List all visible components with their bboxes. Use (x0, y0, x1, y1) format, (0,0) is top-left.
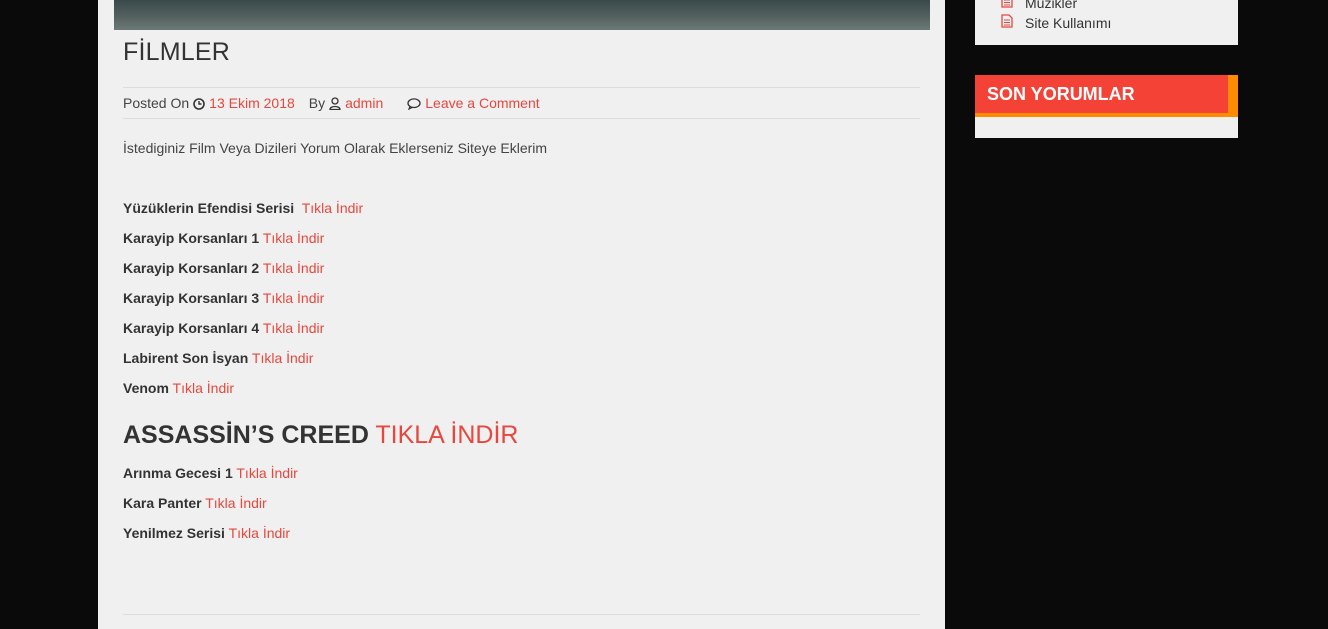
download-link[interactable]: Tıkla İndir (302, 200, 363, 216)
movie-title: Venom (123, 380, 169, 396)
list-item: Labirent Son İsyan Tıkla İndir (123, 350, 313, 366)
download-link[interactable]: Tıkla İndir (263, 290, 324, 306)
download-link[interactable]: Tıkla İndir (173, 380, 234, 396)
author-link[interactable]: admin (345, 95, 383, 111)
featured-download-link[interactable]: TIKLA İNDİR (375, 421, 518, 449)
download-link[interactable]: Tıkla İndir (263, 260, 324, 276)
movie-title: Karayip Korsanları 4 (123, 320, 260, 336)
list-item: Karayip Korsanları 3 Tıkla İndir (123, 290, 324, 306)
post-panel: FİLMLER Posted On 13 Ekim 2018 By admin … (98, 0, 945, 629)
leave-comment-link[interactable]: Leave a Comment (425, 95, 539, 111)
page: FİLMLER Posted On 13 Ekim 2018 By admin … (0, 0, 1328, 629)
list-item: Karayip Korsanları 2 Tıkla İndir (123, 260, 324, 276)
featured-image[interactable] (114, 0, 930, 30)
list-item: Venom Tıkla İndir (123, 380, 234, 396)
list-item: Arınma Gecesi 1 Tıkla İndir (123, 465, 298, 481)
download-link[interactable]: Tıkla İndir (229, 525, 290, 541)
download-link[interactable]: Tıkla İndir (236, 465, 297, 481)
widget-header: SON YORUMLAR (975, 75, 1238, 117)
by-label: By (308, 95, 326, 111)
divider (123, 614, 920, 615)
sidebar-item-muzikler[interactable]: Müzikler (1001, 0, 1077, 11)
post-meta: Posted On 13 Ekim 2018 By admin Leave a … (123, 87, 920, 119)
pages-widget: Müzikler Site Kullanımı (975, 0, 1238, 45)
download-link[interactable]: Tıkla İndir (252, 350, 313, 366)
list-item: Yenilmez Serisi Tıkla İndir (123, 525, 290, 541)
list-item: Karayip Korsanları 4 Tıkla İndir (123, 320, 324, 336)
movie-title: Arınma Gecesi 1 (123, 465, 233, 481)
list-item: Kara Panter Tıkla İndir (123, 495, 267, 511)
list-item: Yüzüklerin Efendisi Serisi Tıkla İndir (123, 200, 363, 216)
post-intro: İstediginiz Film Veya Dizileri Yorum Ola… (123, 140, 548, 156)
movie-title: Labirent Son İsyan (123, 350, 249, 366)
user-icon (329, 95, 341, 111)
recent-comments-widget: SON YORUMLAR (975, 75, 1238, 138)
movie-title: Karayip Korsanları 2 (123, 260, 260, 276)
movie-title: Yüzüklerin Efendisi Serisi (123, 200, 295, 216)
sidebar-item-label: Müzikler (1025, 0, 1078, 11)
featured-item: ASSASSİN’S CREED TIKLA İNDİR (123, 421, 518, 450)
document-icon (1001, 0, 1025, 11)
download-link[interactable]: Tıkla İndir (263, 320, 324, 336)
list-item: Karayip Korsanları 1 Tıkla İndir (123, 230, 324, 246)
comment-icon (407, 95, 421, 111)
download-link[interactable]: Tıkla İndir (263, 230, 324, 246)
movie-title: Yenilmez Serisi (123, 525, 225, 541)
post-date-link[interactable]: 13 Ekim 2018 (209, 95, 295, 111)
clock-icon (193, 95, 205, 111)
sidebar-item-label: Site Kullanımı (1025, 14, 1112, 31)
post-title[interactable]: FİLMLER (123, 38, 230, 67)
movie-title: Karayip Korsanları 3 (123, 290, 260, 306)
posted-on-label: Posted On (123, 95, 190, 111)
sidebar-item-site-kullanimi[interactable]: Site Kullanımı (1001, 14, 1111, 31)
download-link[interactable]: Tıkla İndir (205, 495, 266, 511)
widget-title: SON YORUMLAR (987, 84, 1135, 104)
movie-title: Kara Panter (123, 495, 202, 511)
featured-title: ASSASSİN’S CREED (123, 421, 369, 449)
document-icon (1001, 14, 1025, 31)
movie-title: Karayip Korsanları 1 (123, 230, 260, 246)
